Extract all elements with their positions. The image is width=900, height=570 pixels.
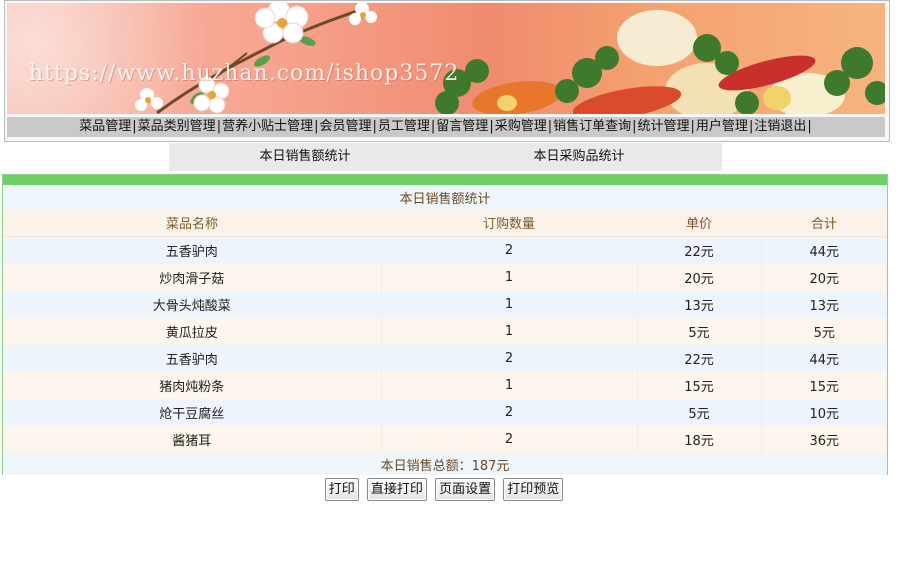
- nav-item-8[interactable]: 统计管理: [638, 119, 690, 134]
- subtotal-cell: 13元: [761, 291, 888, 318]
- direct-print-button[interactable]: 直接打印: [366, 478, 427, 501]
- quantity-cell: 1: [381, 291, 638, 318]
- sales-table: 本日销售额统计 菜品名称 订购数量 单价 合计 五香驴肉 2 22元 44元 炒肉滑子菇…: [3, 185, 888, 475]
- tab-daily-sales[interactable]: 本日销售额统计: [169, 143, 441, 171]
- nav-item-1[interactable]: 菜品类别管理: [138, 119, 216, 134]
- table-row: 炒肉滑子菇 1 20元 20元: [3, 264, 888, 291]
- quantity-cell: 1: [381, 264, 638, 291]
- quantity-cell: 2: [381, 426, 638, 453]
- dish-name-cell: 黄瓜拉皮: [3, 318, 382, 345]
- header-banner: https://www.huzhan.com/ishop3572: [7, 3, 885, 114]
- unit-price-cell: 20元: [637, 264, 762, 291]
- print-button-bar: 打印 直接打印 页面设置 打印预览: [0, 478, 888, 501]
- dish-name-cell: 五香驴肉: [3, 236, 382, 264]
- column-header-unit-price: 单价: [637, 209, 761, 237]
- subtotal-cell: 44元: [761, 345, 888, 372]
- table-caption: 本日销售额统计: [3, 185, 888, 209]
- nav-item-2[interactable]: 营养小贴士管理: [222, 119, 313, 134]
- table-row: 炝干豆腐丝 2 5元 10元: [3, 399, 888, 426]
- table-row: 酱猪耳 2 18元 36元: [3, 426, 888, 453]
- table-row: 五香驴肉 2 22元 44元: [3, 345, 888, 372]
- column-header-quantity: 订购数量: [381, 209, 637, 237]
- column-header-subtotal: 合计: [761, 209, 888, 237]
- print-preview-button[interactable]: 打印预览: [503, 478, 564, 501]
- quantity-cell: 1: [381, 318, 638, 345]
- column-header-dish: 菜品名称: [3, 209, 381, 237]
- subtotal-cell: 10元: [761, 399, 888, 426]
- nav-item-5[interactable]: 留言管理: [436, 119, 488, 134]
- unit-price-cell: 22元: [637, 236, 762, 264]
- subtotal-cell: 36元: [761, 426, 888, 453]
- table-row: 五香驴肉 2 22元 44元: [3, 236, 888, 264]
- subtotal-cell: 5元: [761, 318, 888, 345]
- sales-stats-panel: 本日销售额统计 菜品名称 订购数量 单价 合计 五香驴肉 2 22元 44元 炒肉滑子菇…: [2, 174, 888, 475]
- banner-artwork: [135, 3, 885, 114]
- quantity-cell: 2: [381, 236, 638, 264]
- table-row: 大骨头炖酸菜 1 13元 13元: [3, 291, 888, 318]
- dish-name-cell: 酱猪耳: [3, 426, 382, 453]
- unit-price-cell: 5元: [637, 399, 762, 426]
- subtotal-cell: 44元: [761, 236, 888, 264]
- subtotal-cell: 20元: [761, 264, 888, 291]
- table-row: 黄瓜拉皮 1 5元 5元: [3, 318, 888, 345]
- nav-item-7[interactable]: 销售订单查询: [553, 119, 631, 134]
- dish-name-cell: 炒肉滑子菇: [3, 264, 382, 291]
- tab-daily-purchase[interactable]: 本日采购品统计: [441, 143, 717, 171]
- unit-price-cell: 18元: [637, 426, 762, 453]
- stats-tabs: 本日销售额统计 本日采购品统计: [169, 143, 722, 171]
- table-header-row: 菜品名称 订购数量 单价 合计: [3, 209, 888, 237]
- nav-item-3[interactable]: 会员管理: [319, 119, 371, 134]
- dish-name-cell: 炝干豆腐丝: [3, 399, 382, 426]
- panel-top-bar: [3, 175, 887, 185]
- print-button[interactable]: 打印: [324, 478, 359, 501]
- nav-item-9[interactable]: 用户管理: [696, 119, 748, 134]
- dish-name-cell: 猪肉炖粉条: [3, 372, 382, 399]
- nav-separator: |: [807, 119, 812, 134]
- dish-name-cell: 五香驴肉: [3, 345, 382, 372]
- nav-item-6[interactable]: 采购管理: [495, 119, 547, 134]
- quantity-cell: 1: [381, 372, 638, 399]
- banner-watermark: https://www.huzhan.com/ishop3572: [29, 61, 460, 86]
- site-header: https://www.huzhan.com/ishop3572 菜品管理 | 菜品…: [4, 0, 890, 142]
- table-row: 猪肉炖粉条 1 15元 15元: [3, 372, 888, 399]
- unit-price-cell: 22元: [637, 345, 762, 372]
- unit-price-cell: 15元: [637, 372, 762, 399]
- nav-item-10[interactable]: 注销退出: [754, 119, 806, 134]
- unit-price-cell: 13元: [637, 291, 762, 318]
- main-nav: 菜品管理|菜品类别管理|营养小贴士管理|会员管理|员工管理|留言管理|采购管理|…: [7, 117, 885, 137]
- subtotal-cell: 15元: [761, 372, 888, 399]
- dish-name-cell: 大骨头炖酸菜: [3, 291, 382, 318]
- sales-total: 本日销售总额：187元: [3, 453, 888, 475]
- quantity-cell: 2: [381, 399, 638, 426]
- unit-price-cell: 5元: [637, 318, 762, 345]
- nav-item-0[interactable]: 菜品管理: [79, 119, 131, 134]
- quantity-cell: 2: [381, 345, 638, 372]
- page-setup-button[interactable]: 页面设置: [435, 478, 496, 501]
- nav-item-4[interactable]: 员工管理: [378, 119, 430, 134]
